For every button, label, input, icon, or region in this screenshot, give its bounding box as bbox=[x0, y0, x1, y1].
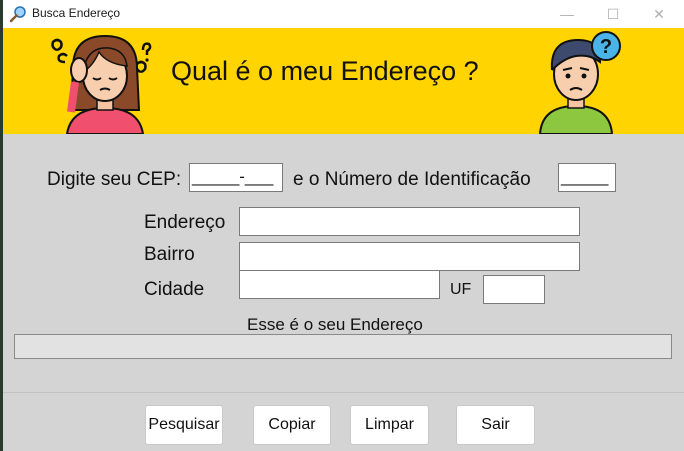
sair-button[interactable]: Sair bbox=[456, 405, 535, 445]
uf-label: UF bbox=[450, 281, 472, 298]
separator bbox=[3, 392, 684, 393]
endereco-field[interactable] bbox=[239, 207, 580, 236]
cep-input[interactable]: _____-___ bbox=[189, 163, 283, 192]
confused-woman-illustration bbox=[51, 34, 152, 134]
maximize-button[interactable]: ☐ bbox=[590, 0, 636, 28]
cidade-field[interactable] bbox=[239, 270, 440, 299]
svg-text:?: ? bbox=[600, 36, 612, 58]
magnifier-app-icon bbox=[9, 6, 26, 23]
pesquisar-button[interactable]: Pesquisar bbox=[145, 405, 223, 445]
header-banner: Qual é o meu Endereço ? ? bbox=[3, 28, 684, 134]
bairro-label: Bairro bbox=[144, 244, 195, 265]
limpar-button[interactable]: Limpar bbox=[350, 405, 429, 445]
confused-man-illustration: ? bbox=[538, 31, 621, 134]
bairro-field[interactable] bbox=[239, 242, 580, 271]
cep-label: Digite seu CEP: bbox=[47, 169, 182, 190]
endereco-label: Endereço bbox=[144, 212, 226, 233]
close-button[interactable]: ✕ bbox=[636, 0, 682, 28]
result-field[interactable] bbox=[14, 334, 672, 359]
window-title: Busca Endereço bbox=[32, 6, 121, 20]
copiar-button[interactable]: Copiar bbox=[253, 405, 331, 445]
cidade-label: Cidade bbox=[144, 279, 205, 300]
app-window: Busca Endereço — ☐ ✕ Qual é o meu Endere… bbox=[3, 0, 684, 451]
title-bar: Busca Endereço — ☐ ✕ bbox=[3, 0, 684, 28]
minimize-button[interactable]: — bbox=[544, 0, 590, 28]
numero-label: e o Número de Identificação bbox=[293, 169, 531, 190]
numero-input[interactable]: _____ bbox=[558, 163, 616, 192]
uf-field[interactable] bbox=[483, 275, 545, 304]
result-label: Esse é o seu Endereço bbox=[247, 315, 423, 334]
banner-title: Qual é o meu Endereço ? bbox=[171, 56, 479, 86]
